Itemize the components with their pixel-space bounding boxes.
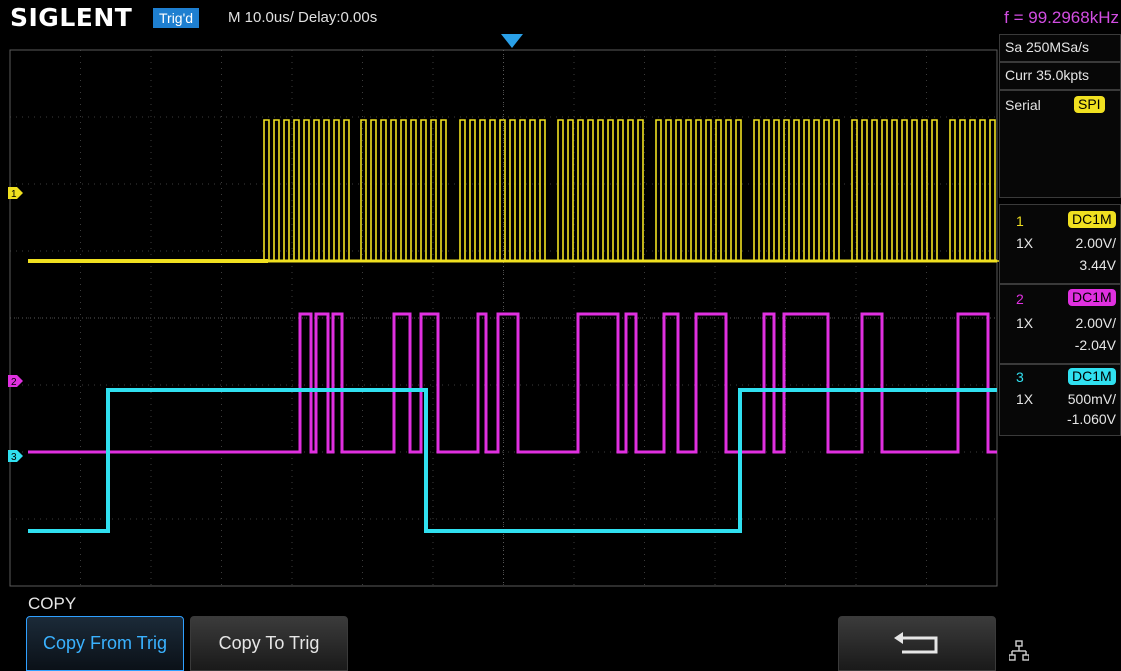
decode-protocol-badge: SPI	[1074, 96, 1105, 113]
channel-3-scale: 500mV/	[1067, 391, 1116, 407]
channel-1-scale: 2.00V/	[1075, 235, 1116, 251]
channel-1-probe: 1X	[1016, 235, 1034, 251]
channel-3-info[interactable]: 3 DC1M 1X 500mV/ -1.060V	[999, 364, 1121, 436]
svg-text:1: 1	[11, 189, 17, 200]
channel-1-coupling-badge: DC1M	[1068, 211, 1116, 228]
timebase-readout[interactable]: M 10.0us/ Delay:0.00s	[228, 8, 377, 28]
menu-title: COPY	[28, 594, 77, 613]
channel-3-number: 3	[1016, 369, 1024, 385]
back-button[interactable]	[838, 616, 996, 671]
decode-label: Serial	[1005, 97, 1041, 113]
copy-to-trig-button[interactable]: Copy To Trig	[190, 616, 348, 671]
network-icon	[1009, 640, 1029, 661]
trigger-status-badge[interactable]: Trig'd	[153, 8, 200, 28]
memory-depth-box: Curr 35.0kpts	[999, 62, 1121, 90]
top-status-bar: SIGLENT Trig'd M 10.0us/ Delay:0.00s f =…	[0, 0, 1121, 34]
channel-2-probe: 1X	[1016, 315, 1034, 331]
channel-2-info[interactable]: 2 DC1M 1X 2.00V/ -2.04V	[999, 284, 1121, 364]
sample-rate: Sa 250MSa/s	[1005, 39, 1090, 55]
channel-1-info[interactable]: 1 DC1M 1X 2.00V/ 3.44V	[999, 204, 1121, 284]
channel-3-probe: 1X	[1016, 391, 1034, 407]
svg-text:2: 2	[11, 377, 17, 388]
channel-3-offset: -1.060V	[1066, 411, 1116, 427]
memory-depth: Curr 35.0kpts	[1005, 67, 1090, 83]
channel-2-offset: -2.04V	[1074, 337, 1116, 353]
channel-2-scale: 2.00V/	[1075, 315, 1116, 331]
right-info-panel: Sa 250MSa/s Curr 35.0kpts Serial SPI 1 D…	[999, 34, 1121, 590]
frequency-readout: f = 99.2968kHz	[1004, 8, 1119, 27]
sample-rate-box: Sa 250MSa/s	[999, 34, 1121, 62]
return-arrow-icon	[894, 631, 938, 653]
channel-2-number: 2	[1016, 291, 1024, 307]
svg-text:3: 3	[11, 452, 17, 463]
brand-logo: SIGLENT	[10, 3, 133, 32]
channel-2-coupling-badge: DC1M	[1068, 289, 1116, 306]
decode-box[interactable]: Serial SPI	[999, 90, 1121, 198]
channel-1-offset: 3.44V	[1079, 257, 1116, 273]
waveform-display[interactable]: 1 2 3	[0, 34, 1000, 590]
channel-3-coupling-badge: DC1M	[1068, 368, 1116, 385]
channel-1-number: 1	[1016, 213, 1024, 229]
copy-from-trig-button[interactable]: Copy From Trig	[26, 616, 184, 671]
